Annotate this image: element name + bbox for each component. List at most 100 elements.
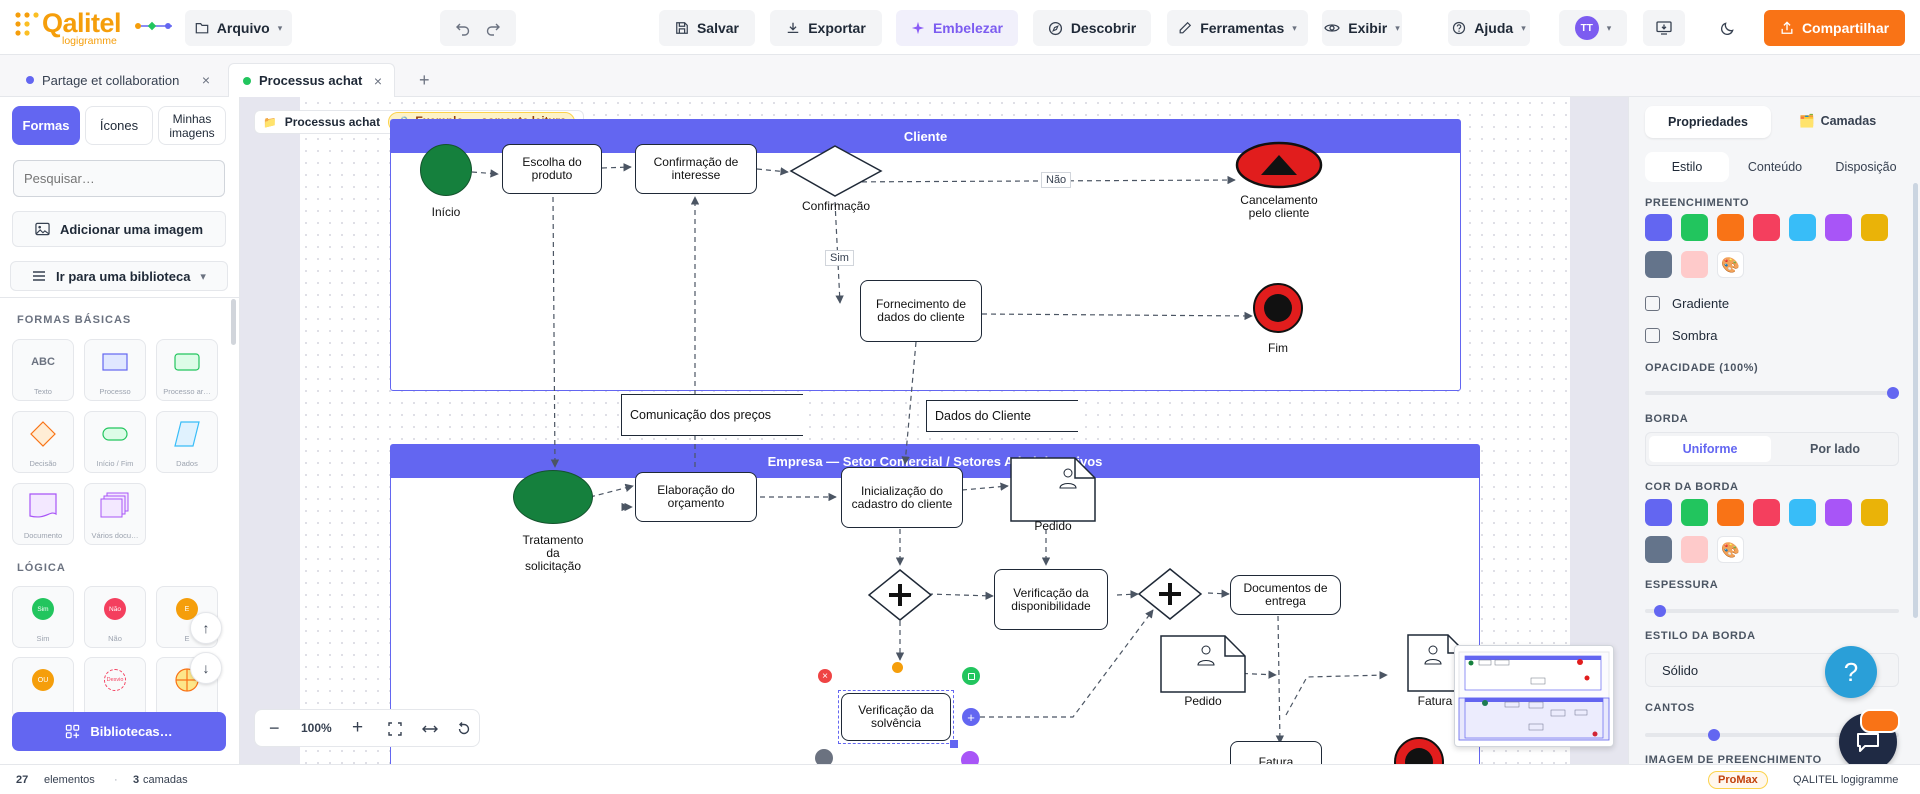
border-color-swatch[interactable] <box>1681 536 1708 563</box>
add-tab-button[interactable]: + <box>405 63 435 97</box>
library-select[interactable]: Ir para uma biblioteca ▾ <box>10 261 228 291</box>
panel-scrollbar[interactable] <box>231 299 236 345</box>
opacity-slider[interactable] <box>1645 387 1899 399</box>
border-color-swatch[interactable] <box>1681 499 1708 526</box>
tab-partage-collaboration[interactable]: Partage et collaboration × <box>12 63 222 97</box>
file-menu-button[interactable]: Arquivo ▾ <box>185 10 292 46</box>
resize-handle[interactable] <box>950 740 958 748</box>
border-color-swatch[interactable] <box>1789 499 1816 526</box>
export-button[interactable]: Exportar <box>770 10 882 46</box>
libraries-button[interactable]: Bibliotecas… <box>12 712 226 751</box>
task-fatura[interactable]: Fatura <box>1230 741 1322 764</box>
slider-knob[interactable] <box>1707 729 1720 741</box>
tab-icones[interactable]: Ícones <box>85 106 153 145</box>
subtab-disposicao[interactable]: Disposição <box>1821 152 1911 182</box>
end-event-fim[interactable] <box>1251 281 1305 335</box>
view-menu-button[interactable]: Exibir ▾ <box>1322 10 1402 46</box>
shape-decision[interactable]: Decisão <box>12 411 74 473</box>
gradient-checkbox[interactable]: Gradiente <box>1645 296 1729 311</box>
beautify-button[interactable]: Embelezar <box>896 10 1018 46</box>
shape-data[interactable]: Dados <box>156 411 218 473</box>
checkbox-box[interactable] <box>1645 328 1660 343</box>
border-uniform-option[interactable]: Uniforme <box>1649 436 1771 462</box>
undo-icon[interactable] <box>455 20 471 36</box>
fill-color-swatch[interactable] <box>1717 214 1744 241</box>
fill-color-swatch[interactable] <box>1645 251 1672 278</box>
gateway-confirmacao[interactable] <box>789 144 883 198</box>
shape-deviation[interactable]: Desvio <box>84 657 146 719</box>
discover-button[interactable]: Descobrir <box>1033 10 1151 46</box>
data-store-dados-cliente[interactable]: Dados do Cliente <box>926 400 1078 432</box>
task-verificacao-solvencia[interactable]: Verificação da solvência <box>841 693 951 741</box>
shape-start-end[interactable]: Início / Fim <box>84 411 146 473</box>
rotate-handle[interactable] <box>892 662 903 673</box>
save-button[interactable]: Salvar <box>659 10 755 46</box>
shape-rounded-process[interactable]: Processo ar… <box>156 339 218 401</box>
task-confirmacao-interesse[interactable]: Confirmação de interesse <box>635 144 757 194</box>
fill-color-swatch[interactable] <box>1825 214 1852 241</box>
parallel-gateway-1[interactable] <box>868 569 932 621</box>
zoom-in-icon[interactable]: + <box>352 717 363 739</box>
border-color-swatch[interactable] <box>1753 499 1780 526</box>
fit-screen-icon[interactable] <box>388 722 402 736</box>
slider-knob[interactable] <box>1887 387 1899 399</box>
subtab-conteudo[interactable]: Conteúdo <box>1733 152 1817 182</box>
task-inicializacao-cadastro[interactable]: Inicialização do cadastro do cliente <box>841 467 963 528</box>
add-image-button[interactable]: Adicionar uma imagem <box>12 211 226 247</box>
custom-color-palette-icon[interactable]: 🎨 <box>1717 536 1744 563</box>
connect-node-icon[interactable]: + <box>962 708 980 726</box>
close-icon[interactable]: × <box>374 73 382 89</box>
edge-label-nao[interactable]: Não <box>1041 172 1072 188</box>
custom-color-palette-icon[interactable]: 🎨 <box>1717 251 1744 278</box>
checkbox-box[interactable] <box>1645 296 1660 311</box>
border-color-swatch[interactable] <box>1825 499 1852 526</box>
edge-label-sim[interactable]: Sim <box>825 250 854 266</box>
thickness-slider[interactable] <box>1645 605 1899 617</box>
tab-processus-achat[interactable]: Processus achat × <box>228 63 395 97</box>
slider-knob[interactable] <box>1654 605 1667 617</box>
subtab-estilo[interactable]: Estilo <box>1645 152 1729 182</box>
fill-color-swatch[interactable] <box>1789 214 1816 241</box>
scroll-down-button[interactable]: ↓ <box>190 652 222 684</box>
border-color-swatch[interactable] <box>1645 499 1672 526</box>
tab-minhas-imagens[interactable]: Minhas imagens <box>158 106 226 145</box>
parallel-gateway-2[interactable] <box>1138 568 1202 620</box>
shadow-checkbox[interactable]: Sombra <box>1645 328 1718 343</box>
data-store-comunicacao[interactable]: Comunicação dos preços <box>621 394 803 436</box>
redo-icon[interactable] <box>485 20 501 36</box>
user-menu-button[interactable]: TT ▾ <box>1559 10 1627 46</box>
minimap[interactable] <box>1454 645 1614 747</box>
help-fab[interactable]: ? <box>1825 646 1877 698</box>
border-color-swatch[interactable] <box>1861 499 1888 526</box>
delete-node-icon[interactable]: × <box>818 669 832 683</box>
task-escolha-produto[interactable]: Escolha do produto <box>502 144 602 194</box>
task-fornecimento-dados[interactable]: Fornecimento de dados do cliente <box>860 280 982 342</box>
zoom-level[interactable]: 100% <box>301 721 332 735</box>
shapes-search-input[interactable] <box>13 160 225 197</box>
border-color-swatch[interactable] <box>1717 499 1744 526</box>
panel-scrollbar[interactable] <box>1913 183 1918 618</box>
fill-color-swatch[interactable] <box>1861 214 1888 241</box>
present-button[interactable] <box>1643 10 1685 46</box>
scroll-up-button[interactable]: ↑ <box>190 612 222 644</box>
node-action-left-icon[interactable] <box>815 749 833 764</box>
cancel-end-event[interactable] <box>1235 141 1323 189</box>
fill-color-swatch[interactable] <box>1645 214 1672 241</box>
tab-propriedades[interactable]: Propriedades <box>1645 106 1771 138</box>
fill-color-swatch[interactable] <box>1681 251 1708 278</box>
shape-no[interactable]: Não Não <box>84 586 146 648</box>
shape-process[interactable]: Processo <box>84 339 146 401</box>
shape-document[interactable]: Documento <box>12 483 74 545</box>
diagram-canvas[interactable]: 📁 Processus achat 🔒Exemplo — somente lei… <box>240 97 1628 764</box>
tab-formas[interactable]: Formas <box>12 106 80 145</box>
task-elaboracao-orcamento[interactable]: Elaboração do orçamento <box>635 472 757 522</box>
close-icon[interactable]: × <box>202 72 210 88</box>
reset-view-icon[interactable] <box>457 722 471 736</box>
shape-multi-document[interactable]: Vários docu… <box>84 483 146 545</box>
shape-yes[interactable]: Sim Sim <box>12 586 74 648</box>
end-event-partial[interactable] <box>1392 735 1446 764</box>
fit-width-icon[interactable] <box>422 723 438 735</box>
fill-color-swatch[interactable] <box>1753 214 1780 241</box>
zoom-out-icon[interactable]: − <box>269 718 280 739</box>
shape-or[interactable]: OU <box>12 657 74 719</box>
